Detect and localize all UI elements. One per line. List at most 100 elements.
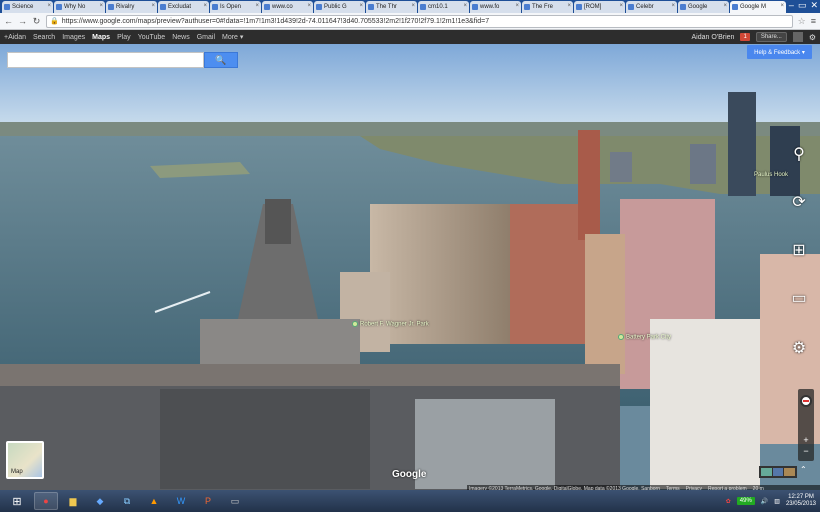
gbar-link[interactable]: Gmail bbox=[197, 34, 215, 41]
browser-tab[interactable]: Google M × bbox=[730, 1, 786, 13]
browser-tab[interactable]: www.co × bbox=[262, 1, 313, 13]
tab-close-icon[interactable]: × bbox=[203, 3, 207, 9]
favicon-icon bbox=[316, 4, 322, 10]
folder-icon[interactable]: ▆ bbox=[61, 492, 85, 510]
jersey-tower-2 bbox=[690, 144, 716, 184]
chrome-icon[interactable]: ● bbox=[34, 492, 58, 510]
browser-tab[interactable]: Public G × bbox=[314, 1, 365, 13]
browser-tab[interactable]: Is Open × bbox=[210, 1, 261, 13]
gbar-link[interactable]: Play bbox=[117, 34, 131, 41]
tab-close-icon[interactable]: × bbox=[359, 3, 363, 9]
tab-close-icon[interactable]: × bbox=[463, 3, 467, 9]
vlc-icon[interactable]: ▲ bbox=[142, 492, 166, 510]
poi-paulus-hook[interactable]: Paulus Hook bbox=[754, 172, 788, 178]
gbar-link[interactable]: YouTube bbox=[138, 34, 166, 41]
windows-icon[interactable]: ⊞ bbox=[788, 240, 810, 260]
tab-close-icon[interactable]: × bbox=[671, 3, 675, 9]
battery-icon[interactable]: ▭ bbox=[788, 288, 810, 308]
volume-icon[interactable]: 🔊 bbox=[761, 498, 768, 505]
search-input[interactable] bbox=[7, 52, 204, 68]
bookmark-star-icon[interactable]: ☆ bbox=[798, 16, 806, 27]
favicon-icon bbox=[472, 4, 478, 10]
window-icon[interactable]: ▭ bbox=[223, 492, 247, 510]
clock[interactable]: 12:27 PM 23/05/2013 bbox=[786, 494, 816, 508]
battery-indicator[interactable]: 49% bbox=[736, 497, 755, 505]
virtualbox-icon[interactable]: ◆ bbox=[88, 492, 112, 510]
zoom-out-button[interactable]: − bbox=[798, 446, 814, 456]
tab-close-icon[interactable]: × bbox=[47, 3, 51, 9]
browser-tab[interactable]: Science × bbox=[2, 1, 53, 13]
gbar-link[interactable]: Search bbox=[33, 34, 55, 41]
zoom-in-button[interactable]: + bbox=[798, 435, 814, 445]
tab-label: Science bbox=[12, 4, 34, 10]
word-icon[interactable]: W bbox=[169, 492, 193, 510]
browser-tab[interactable]: Celebr × bbox=[626, 1, 677, 13]
tab-close-icon[interactable]: × bbox=[411, 3, 415, 9]
gbar-link[interactable]: Images bbox=[62, 34, 85, 41]
favicon-icon bbox=[680, 4, 686, 10]
tab-close-icon[interactable]: × bbox=[99, 3, 103, 9]
gbar-link[interactable]: Maps bbox=[92, 34, 110, 41]
browser-tab[interactable]: Excludat × bbox=[158, 1, 209, 13]
tab-close-icon[interactable]: × bbox=[151, 3, 155, 9]
address-bar[interactable]: 🔒 https://www.google.com/maps/preview?au… bbox=[46, 14, 793, 28]
avatar[interactable] bbox=[792, 32, 803, 42]
layer-thumbnails[interactable] bbox=[759, 466, 797, 478]
reload-button[interactable]: ↻ bbox=[32, 16, 41, 27]
restore-icon[interactable]: ▭ bbox=[798, 0, 807, 11]
browser-tab[interactable]: Why No × bbox=[54, 1, 105, 13]
powerpoint-icon[interactable]: P bbox=[196, 492, 220, 510]
favicon-icon bbox=[56, 4, 62, 10]
map-canvas[interactable]: 🔍 Help & Feedback ▾ Robert F. Wagner Jr.… bbox=[0, 44, 820, 490]
tab-close-icon[interactable]: × bbox=[515, 3, 519, 9]
search-button[interactable]: 🔍 bbox=[204, 52, 238, 68]
browser-tab[interactable]: The Fre × bbox=[522, 1, 573, 13]
browser-toolbar: ← → ↻ 🔒 https://www.google.com/maps/prev… bbox=[0, 13, 820, 30]
minimap-toggle[interactable]: Map bbox=[6, 441, 44, 479]
forward-button[interactable]: → bbox=[18, 16, 27, 26]
gbar-link[interactable]: More ▾ bbox=[222, 33, 243, 41]
back-button[interactable]: ← bbox=[4, 16, 13, 26]
settings-icon[interactable]: ⚙ bbox=[788, 338, 810, 358]
tab-close-icon[interactable]: × bbox=[255, 3, 259, 9]
tab-close-icon[interactable]: × bbox=[307, 3, 311, 9]
browser-tab[interactable]: cm10.1 × bbox=[418, 1, 469, 13]
notification-badge[interactable]: 1 bbox=[740, 33, 750, 41]
compass-icon[interactable] bbox=[800, 395, 812, 407]
poi-battery-park-city[interactable]: Battery Park City bbox=[618, 334, 671, 341]
browser-tab[interactable]: The Thr × bbox=[366, 1, 417, 13]
earth-3d-view bbox=[0, 44, 820, 490]
browser-tab[interactable]: Google × bbox=[678, 1, 729, 13]
user-name[interactable]: Aidan O'Brien bbox=[691, 34, 734, 41]
favicon-icon bbox=[368, 4, 374, 10]
tab-close-icon[interactable]: × bbox=[780, 3, 784, 9]
poi-wagner-park[interactable]: Robert F. Wagner Jr. Park bbox=[352, 321, 429, 328]
gbar-link[interactable]: +Aidan bbox=[4, 34, 26, 41]
expand-icon[interactable]: ⌃ bbox=[800, 465, 807, 474]
network-icon[interactable]: ▥ bbox=[774, 498, 780, 505]
gear-icon[interactable]: ⚙ bbox=[809, 33, 816, 42]
gbar-link[interactable]: News bbox=[172, 34, 190, 41]
browser-tab[interactable]: www.fo × bbox=[470, 1, 521, 13]
rotate-icon[interactable]: ⟳ bbox=[788, 192, 810, 212]
share-button[interactable]: Share... bbox=[755, 32, 787, 42]
system-tray: ✿ 49% 🔊 ▥ 12:27 PM 23/05/2013 bbox=[726, 492, 816, 510]
far-shore bbox=[0, 122, 820, 136]
building-red bbox=[510, 204, 585, 344]
chrome-menu-icon[interactable]: ≡ bbox=[811, 16, 816, 26]
browser-tab[interactable]: Rivalry × bbox=[106, 1, 157, 13]
close-icon[interactable]: ✕ bbox=[810, 0, 818, 11]
help-feedback-button[interactable]: Help & Feedback ▾ bbox=[747, 45, 812, 59]
browser-tab[interactable]: [ROM] × bbox=[574, 1, 625, 13]
pyramid-spire bbox=[265, 199, 291, 244]
tab-close-icon[interactable]: × bbox=[567, 3, 571, 9]
start-button[interactable]: ⊞ bbox=[3, 492, 31, 510]
tab-close-icon[interactable]: × bbox=[619, 3, 623, 9]
search-icon: 🔍 bbox=[215, 54, 227, 65]
search-icon[interactable]: ⚲ bbox=[788, 144, 810, 164]
jersey-tower-3 bbox=[610, 152, 632, 182]
tab-close-icon[interactable]: × bbox=[723, 3, 727, 9]
minimize-icon[interactable]: – bbox=[789, 0, 794, 11]
network-app-icon[interactable]: ⧉ bbox=[115, 492, 139, 510]
tray-app-icon[interactable]: ✿ bbox=[726, 498, 731, 505]
